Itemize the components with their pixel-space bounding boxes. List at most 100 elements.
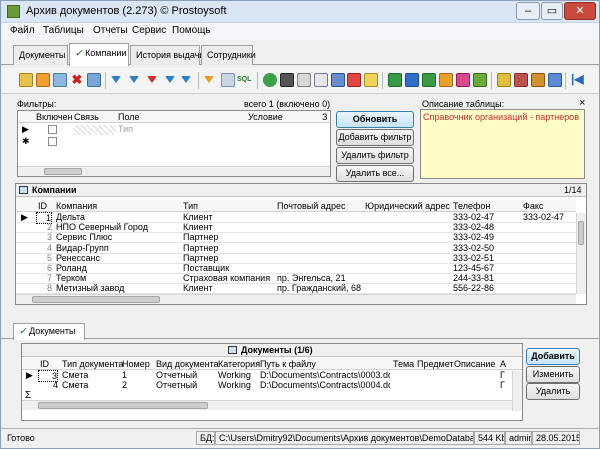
chart-icon[interactable] xyxy=(456,73,470,87)
music-icon[interactable] xyxy=(497,73,511,87)
first-record-icon[interactable]: |◀ xyxy=(571,73,585,87)
close-button[interactable]: ✕ xyxy=(564,2,596,20)
cell-id[interactable]: 5 xyxy=(36,253,52,263)
sql-icon[interactable]: SQL xyxy=(237,73,251,87)
save-icon[interactable] xyxy=(87,73,101,87)
col-company[interactable]: Компания xyxy=(56,201,97,211)
filter-clear-icon[interactable] xyxy=(147,76,157,83)
cell-id[interactable]: 2 xyxy=(36,222,52,232)
subtab-documents[interactable]: ✓ Документы xyxy=(13,323,85,340)
excel-icon[interactable] xyxy=(388,73,402,87)
filter-remove-icon[interactable] xyxy=(181,76,191,83)
cell-name[interactable]: Ренессанс xyxy=(56,253,181,263)
col-legal[interactable]: Юридический адрес xyxy=(365,201,450,211)
settings-icon[interactable] xyxy=(548,73,562,87)
add-document-button[interactable]: Добавить xyxy=(526,348,580,365)
print-icon[interactable] xyxy=(297,73,311,87)
delete-document-button[interactable]: Удалить xyxy=(526,383,580,400)
cell-name[interactable]: Дельта xyxy=(56,212,181,222)
col-doc-object[interactable]: Предмет xyxy=(417,359,454,369)
filter-icon[interactable] xyxy=(111,76,121,83)
companies-hscroll[interactable] xyxy=(16,294,576,304)
copy-icon[interactable] xyxy=(53,73,67,87)
filter-edit-icon[interactable] xyxy=(165,76,175,83)
companies-vscroll[interactable] xyxy=(576,213,586,294)
html-icon[interactable] xyxy=(439,73,453,87)
filter-link-cell[interactable] xyxy=(73,125,116,135)
doc-cell-path[interactable]: D:\Documents\Contracts\0004.doc xyxy=(260,380,390,390)
doc-cell-category[interactable]: Working xyxy=(218,380,258,390)
tab-companies[interactable]: ✓ Компании xyxy=(69,43,129,66)
col-postal[interactable]: Почтовый адрес xyxy=(277,201,346,211)
edit-document-button[interactable]: Изменить xyxy=(526,366,580,383)
menu-help[interactable]: Помощь xyxy=(172,25,211,36)
col-id[interactable]: ID xyxy=(38,201,47,211)
filters-hscroll[interactable] xyxy=(18,166,330,176)
pdf-icon[interactable] xyxy=(347,73,361,87)
doc-cell-kind[interactable]: Отчетный xyxy=(156,370,216,380)
cell-type[interactable]: Партнер xyxy=(183,253,275,263)
archive-icon[interactable] xyxy=(531,73,545,87)
col-doc-kind[interactable]: Вид документа xyxy=(156,359,219,369)
doc-cell-type[interactable]: Смета xyxy=(62,380,120,390)
col-type[interactable]: Тип xyxy=(183,201,198,211)
doc-cell-extra[interactable]: Г xyxy=(500,370,510,380)
filter-add-icon[interactable] xyxy=(129,76,139,83)
preview-icon[interactable] xyxy=(314,73,328,87)
cell-phone[interactable]: 333-02-51 xyxy=(453,253,521,263)
col-doc-subject[interactable]: Тема xyxy=(393,359,414,369)
report-icon[interactable] xyxy=(331,73,345,87)
cell-type[interactable]: Партнер xyxy=(183,243,275,253)
refresh-button[interactable]: Обновить xyxy=(336,111,414,128)
export-icon[interactable] xyxy=(473,73,487,87)
cell-phone[interactable]: 244-33-81 xyxy=(453,273,521,283)
doc-cell-category[interactable]: Working xyxy=(218,370,258,380)
menu-tables[interactable]: Таблицы xyxy=(43,25,84,36)
col-doc-category[interactable]: Категория xyxy=(218,359,260,369)
col-phone[interactable]: Телефон xyxy=(453,201,490,211)
cell-name[interactable]: Метизный завод xyxy=(56,283,181,293)
doc-cell-number[interactable]: 2 xyxy=(122,380,154,390)
cell-type[interactable]: Клиент xyxy=(183,222,275,232)
scroll-thumb[interactable] xyxy=(578,221,584,245)
col-doc-path[interactable]: Путь к файлу xyxy=(260,359,316,369)
delete-icon[interactable]: ✖ xyxy=(70,73,84,87)
doc-cell-extra[interactable]: Г xyxy=(500,380,510,390)
filter-field-cell[interactable]: Тип xyxy=(118,124,133,134)
find-icon[interactable] xyxy=(221,73,235,87)
col-doc-id[interactable]: ID xyxy=(40,359,49,369)
attach-icon[interactable] xyxy=(514,73,528,87)
cell-phone[interactable]: 123-45-67 xyxy=(453,263,521,273)
word-icon[interactable] xyxy=(405,73,419,87)
doc-cell-path[interactable]: D:\Documents\Contracts\0003.doc xyxy=(260,370,390,380)
maximize-button[interactable]: ▭ xyxy=(541,2,563,20)
remove-filter-button[interactable]: Удалить фильтр xyxy=(336,147,414,164)
cell-postal[interactable]: пр. Гражданский, 68 xyxy=(277,283,363,293)
add-filter-button[interactable]: Добавить фильтр xyxy=(336,129,414,146)
sort-icon[interactable] xyxy=(204,76,214,83)
refresh-icon[interactable] xyxy=(263,73,277,87)
binoculars-icon[interactable] xyxy=(280,73,294,87)
menu-file[interactable]: Файл xyxy=(10,25,35,36)
scroll-thumb[interactable] xyxy=(32,296,160,303)
cell-type[interactable]: Клиент xyxy=(183,212,275,222)
minimize-button[interactable]: ‒ xyxy=(516,2,540,20)
cell-phone[interactable]: 333-02-48 xyxy=(453,222,521,232)
filter-new-checkbox[interactable] xyxy=(48,137,57,146)
filter-enabled-checkbox[interactable] xyxy=(48,125,57,134)
cell-type[interactable]: Партнер xyxy=(183,232,275,242)
cell-name[interactable]: Роланд xyxy=(56,263,181,273)
cell-name[interactable]: Терком xyxy=(56,273,181,283)
remove-all-filters-button[interactable]: Удалить все... xyxy=(336,165,414,182)
tab-documents[interactable]: Документы xyxy=(13,45,68,65)
cell-phone[interactable]: 556-22-86 xyxy=(453,283,521,293)
menu-reports[interactable]: Отчеты xyxy=(93,25,128,36)
scroll-thumb[interactable] xyxy=(38,402,208,409)
edit-icon[interactable] xyxy=(36,73,50,87)
scroll-thumb[interactable] xyxy=(44,168,82,175)
cell-name[interactable]: Сервис Плюс xyxy=(56,232,181,242)
cell-fax[interactable]: 333-02-47 xyxy=(523,212,575,222)
new-icon[interactable] xyxy=(19,73,33,87)
cell-phone[interactable]: 333-02-47 xyxy=(453,212,521,222)
cell-name[interactable]: Видар-Групп xyxy=(56,243,181,253)
